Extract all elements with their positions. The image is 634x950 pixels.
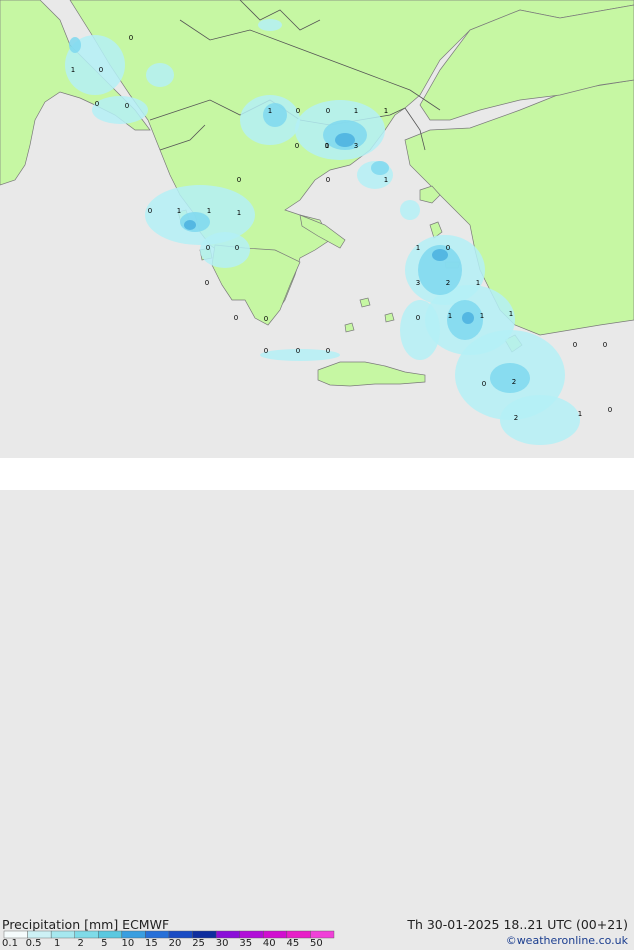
valid-datetime: Th 30-01-2025 18..21 UTC (00+21) bbox=[407, 917, 628, 932]
color-scale-swatch bbox=[3, 930, 28, 939]
color-scale-tick: 2 bbox=[77, 938, 84, 949]
color-scale-swatch bbox=[145, 930, 170, 939]
color-scale-swatch bbox=[239, 930, 264, 939]
map-canvas: 0 1 0 0 0 1 0 0 1 1 0 0 1 3 1 0 0 0 1 1 1 0 0 0 0 0 1 0 3 2 1 0 1 1 1 0 0 0 0 0… bbox=[0, 0, 634, 458]
grid-point-label: 0 bbox=[95, 100, 99, 108]
color-scale-swatch bbox=[310, 930, 335, 939]
color-scale-swatch bbox=[27, 930, 52, 939]
color-scale-swatch bbox=[263, 930, 288, 939]
grid-point-label: 1 bbox=[207, 207, 211, 215]
grid-point-label: 1 bbox=[416, 244, 420, 252]
grid-point-label: 0 bbox=[99, 66, 103, 74]
color-scale-tick: 10 bbox=[121, 938, 135, 949]
grid-point-label: 0 bbox=[264, 347, 268, 355]
color-scale-ticks: 0.1 0.5 1 2 5 10 15 20 25 30 35 40 45 50 bbox=[0, 938, 340, 950]
grid-point-label: 0 bbox=[296, 347, 300, 355]
grid-point-label: 1 bbox=[384, 107, 388, 115]
grid-point-label: 0 bbox=[148, 207, 152, 215]
color-scale-swatch bbox=[50, 930, 75, 939]
color-scale-svg bbox=[3, 930, 335, 939]
grid-point-label: 0 bbox=[603, 341, 607, 349]
precipitation-map: 0 1 0 0 0 1 0 0 1 1 0 0 1 3 1 0 0 0 1 1 1 0 0 0 0 0 1 0 3 2 1 0 1 1 1 0 0 0 0 0… bbox=[0, 0, 634, 458]
grid-point-label: 1 bbox=[480, 312, 484, 320]
grid-point-label: 2 bbox=[514, 414, 518, 422]
land-cyclades3 bbox=[344, 322, 355, 333]
color-scale-tick: 15 bbox=[145, 938, 158, 949]
color-scale-tick: 35 bbox=[239, 938, 253, 949]
credit-link[interactable]: ©weatheronline.co.uk bbox=[506, 934, 628, 947]
grid-point-label: 0 bbox=[608, 406, 612, 414]
grid-point-label: 0 bbox=[234, 314, 238, 322]
grid-point-label: 0 bbox=[482, 380, 486, 388]
color-scale-swatch bbox=[121, 930, 146, 939]
grid-point-label: 0 bbox=[206, 244, 210, 252]
grid-point-label: 1 bbox=[509, 310, 513, 318]
grid-point-label: 0 bbox=[264, 315, 268, 323]
grid-point-label: 1 bbox=[354, 107, 358, 115]
legend-bar: Precipitation [mm] ECMWF Th 30-01-2025 1… bbox=[0, 458, 634, 949]
color-scale-swatch bbox=[192, 930, 217, 939]
color-scale bbox=[3, 930, 335, 939]
grid-point-label: 0 bbox=[573, 341, 577, 349]
color-scale-tick: 0.1 bbox=[2, 938, 18, 949]
grid-point-label: 1 bbox=[325, 142, 329, 150]
grid-point-label: 0 bbox=[326, 107, 330, 115]
grid-point-label: 2 bbox=[446, 279, 450, 287]
grid-point-label: 3 bbox=[416, 279, 420, 287]
grid-point-label: 0 bbox=[416, 314, 420, 322]
color-scale-swatch bbox=[98, 930, 123, 939]
color-scale-swatch bbox=[74, 930, 99, 939]
color-scale-swatch bbox=[215, 930, 240, 939]
grid-point-label: 0 bbox=[235, 244, 239, 252]
color-scale-tick: 0.5 bbox=[25, 938, 42, 949]
grid-point-label: 0 bbox=[296, 107, 300, 115]
grid-point-label: 0 bbox=[295, 142, 299, 150]
color-scale-tick: 40 bbox=[262, 938, 276, 949]
grid-point-label: 1 bbox=[268, 107, 272, 115]
grid-point-label: 1 bbox=[476, 279, 480, 287]
legend-title: Precipitation [mm] ECMWF bbox=[2, 917, 170, 932]
grid-point-label: 1 bbox=[448, 312, 452, 320]
grid-point-label: 1 bbox=[237, 209, 241, 217]
grid-point-label: 0 bbox=[326, 176, 330, 184]
color-scale-tick: 30 bbox=[215, 938, 229, 949]
grid-point-label: 0 bbox=[446, 244, 450, 252]
color-scale-tick: 5 bbox=[101, 938, 108, 949]
grid-point-label: 1 bbox=[384, 176, 388, 184]
color-scale-tick: 1 bbox=[53, 938, 61, 949]
grid-point-label: 0 bbox=[125, 102, 129, 110]
color-scale-tick: 45 bbox=[286, 938, 300, 949]
grid-point-label: 3 bbox=[354, 142, 358, 150]
grid-point-label: 1 bbox=[578, 410, 582, 418]
color-scale-tick: 50 bbox=[310, 938, 323, 949]
grid-point-label: 1 bbox=[177, 207, 181, 215]
land-cyclades1 bbox=[359, 297, 371, 308]
color-scale-swatch bbox=[168, 930, 193, 939]
grid-point-label: 2 bbox=[512, 378, 516, 386]
color-scale-tick: 25 bbox=[192, 938, 205, 949]
grid-point-label: 0 bbox=[129, 34, 133, 42]
color-scale-swatch bbox=[286, 930, 311, 939]
grid-point-label: 0 bbox=[205, 279, 209, 287]
grid-point-label: 1 bbox=[71, 66, 75, 74]
color-scale-tick: 20 bbox=[168, 938, 182, 949]
grid-point-label: 0 bbox=[237, 176, 241, 184]
land-cyclades2 bbox=[384, 312, 395, 323]
grid-point-label: 0 bbox=[326, 347, 330, 355]
